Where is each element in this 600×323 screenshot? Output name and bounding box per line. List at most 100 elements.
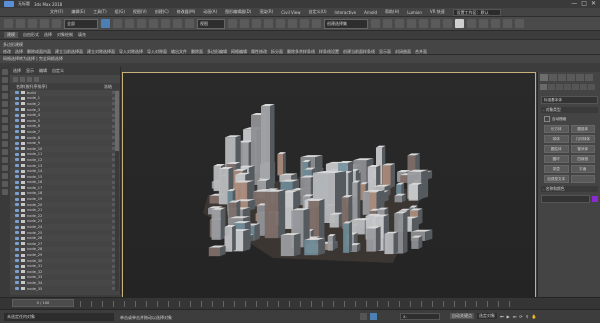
minimize-button[interactable]: —	[571, 1, 577, 7]
primitive-button[interactable]: 四棱锥	[570, 155, 595, 163]
align-icon[interactable]	[383, 19, 392, 28]
visibility-icon[interactable]	[15, 186, 19, 190]
primitive-button[interactable]: 加强型文本	[544, 175, 569, 183]
visibility-icon[interactable]	[15, 164, 19, 168]
primitive-button[interactable]	[570, 175, 595, 183]
visibility-icon[interactable]	[15, 236, 19, 240]
column-frozen[interactable]: 冻结	[104, 83, 112, 90]
toggle-ribbon-icon[interactable]	[515, 19, 524, 28]
menu-animation[interactable]: 动画(A)	[203, 9, 217, 15]
schematic-view-icon[interactable]	[431, 19, 440, 28]
utilities-tab-icon[interactable]	[585, 74, 593, 81]
xrefs-filter-icon[interactable]	[2, 149, 8, 155]
primitive-button[interactable]: 平面	[570, 165, 595, 173]
select-object-icon[interactable]	[101, 19, 110, 28]
menu-file[interactable]: 文件(F)	[50, 9, 63, 15]
time-slider[interactable]: 0 / 100	[12, 299, 74, 307]
menu-edit[interactable]: 编辑(E)	[71, 9, 85, 15]
menu-lumion[interactable]: Lumion	[407, 10, 422, 15]
selected-set-select[interactable]: 选定对象	[477, 313, 497, 319]
perspective-viewport[interactable]: [+] [透视] [标准] [默认明暗处理]	[122, 72, 536, 299]
object-name-field[interactable]	[541, 195, 590, 203]
visibility-icon[interactable]	[15, 130, 19, 134]
named-selection-set-select[interactable]: 创建选择集	[324, 18, 368, 29]
helpers-icon[interactable]	[572, 84, 579, 90]
bones-filter-icon[interactable]	[2, 157, 8, 163]
menu-customize[interactable]: 自定义(U)	[308, 9, 326, 15]
move-icon[interactable]	[149, 19, 158, 28]
visibility-icon[interactable]	[15, 91, 19, 95]
unlink-icon[interactable]	[40, 19, 49, 28]
play-icon[interactable]: ▶	[507, 314, 510, 319]
menu-rendering[interactable]: 渲染(R)	[259, 9, 273, 15]
primitive-button[interactable]: 管状体	[570, 145, 595, 153]
visibility-icon[interactable]	[15, 191, 19, 195]
scene-explorer-icon[interactable]	[407, 19, 416, 28]
rect-selection-icon[interactable]	[125, 19, 134, 28]
motion-tab-icon[interactable]	[567, 74, 575, 81]
menu-interactive[interactable]: Interactive	[335, 10, 357, 15]
groups-filter-icon[interactable]	[2, 141, 8, 147]
percent-snap-icon[interactable]	[288, 19, 297, 28]
object-color-swatch[interactable]	[592, 196, 598, 202]
category-select[interactable]: 标准基本体	[541, 96, 598, 104]
visibility-icon[interactable]	[15, 259, 19, 263]
visibility-icon[interactable]	[15, 108, 19, 112]
sort-icon[interactable]	[27, 76, 32, 82]
render-setup-icon[interactable]	[455, 19, 464, 28]
primitive-button[interactable]: 几何球体	[570, 135, 595, 143]
filter-settings-icon[interactable]	[2, 189, 8, 195]
visibility-icon[interactable]	[15, 136, 19, 140]
maxscript-listener[interactable]: 未选定任何对象	[4, 313, 114, 321]
visibility-icon[interactable]	[15, 253, 19, 257]
systems-icon[interactable]	[588, 84, 595, 90]
visibility-icon[interactable]	[15, 264, 19, 268]
geometry-icon[interactable]	[540, 84, 547, 90]
column-name[interactable]: 名称(按升序排序)	[16, 83, 47, 90]
tab-object-paint[interactable]: 对象绘制	[57, 32, 73, 38]
maximize-button[interactable]: □	[581, 1, 587, 7]
pan-icon[interactable]: ✋	[532, 314, 537, 319]
pivot-icon[interactable]	[228, 19, 237, 28]
workspace-select[interactable]: 设置工作区：默认	[452, 8, 501, 16]
visibility-icon[interactable]	[15, 275, 19, 279]
lights-filter-icon[interactable]	[2, 109, 8, 115]
city-model[interactable]	[123, 73, 536, 299]
tab-freeform[interactable]: 自由形式	[23, 32, 39, 38]
edit-named-sel-icon[interactable]	[312, 19, 321, 28]
render-production-icon[interactable]	[479, 19, 488, 28]
primitive-button[interactable]: 茶壶	[544, 165, 569, 173]
explorer-scrollbar[interactable]	[115, 91, 119, 291]
scale-icon[interactable]	[173, 19, 182, 28]
render-iterative-icon[interactable]	[491, 19, 500, 28]
material-editor-icon[interactable]	[443, 19, 452, 28]
link-icon[interactable]	[28, 19, 37, 28]
visibility-icon[interactable]	[15, 231, 19, 235]
lights-icon[interactable]	[556, 84, 563, 90]
display-all-icon[interactable]	[2, 77, 8, 83]
visibility-icon[interactable]	[15, 152, 19, 156]
spinner-snap-icon[interactable]	[300, 19, 309, 28]
layers-icon[interactable]	[34, 76, 39, 82]
visibility-icon[interactable]	[15, 147, 19, 151]
selection-filter-select[interactable]: 全部	[64, 18, 98, 29]
ribbon-subpanel[interactable]: 网格选择转为选择 | 完全网格选择	[0, 55, 600, 63]
visibility-icon[interactable]	[15, 197, 19, 201]
frozen-filter-icon[interactable]	[2, 173, 8, 179]
menu-civil-view[interactable]: Civil View	[281, 10, 300, 15]
rotate-icon[interactable]	[161, 19, 170, 28]
menu-vr[interactable]: VR 快速	[430, 9, 445, 15]
menu-modifiers[interactable]: 修改器(M)	[177, 9, 196, 15]
rendered-frame-icon[interactable]	[467, 19, 476, 28]
coordinate-x-field[interactable]: X:	[400, 313, 440, 320]
modify-tab-icon[interactable]	[549, 74, 557, 81]
visibility-icon[interactable]	[15, 203, 19, 207]
visibility-icon[interactable]	[15, 208, 19, 212]
spacewarps-icon[interactable]	[580, 84, 587, 90]
zoom-icon[interactable]: ⚲	[526, 314, 529, 319]
cameras-filter-icon[interactable]	[2, 117, 8, 123]
name-color-rollout[interactable]: - 名称和颜色	[541, 186, 598, 192]
visibility-icon[interactable]	[15, 119, 19, 123]
visibility-icon[interactable]	[15, 270, 19, 274]
menu-group[interactable]: 组(G)	[115, 9, 125, 15]
